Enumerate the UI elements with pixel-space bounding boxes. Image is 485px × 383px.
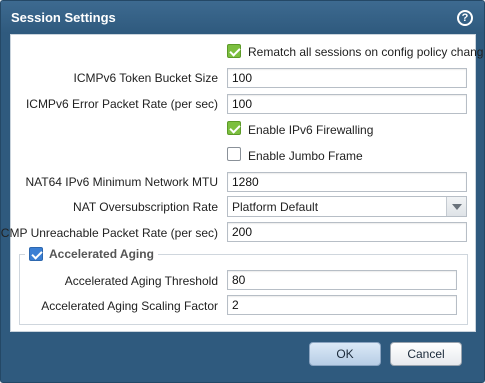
accelerated-aging-legend: Accelerated Aging — [25, 246, 158, 262]
aging-threshold-label: Accelerated Aging Threshold — [64, 274, 218, 288]
accelerated-aging-checkbox[interactable] — [29, 247, 43, 261]
settings-panel: Rematch all sessions on config policy ch… — [1, 34, 484, 332]
icmpv6-error-rate-label: ICMPv6 Error Packet Rate (per sec) — [25, 97, 218, 111]
nat64-mtu-label: NAT64 IPv6 Minimum Network MTU — [25, 175, 218, 189]
icmpv6-error-rate-input[interactable] — [227, 94, 467, 114]
aging-scaling-input[interactable] — [227, 295, 457, 315]
aging-threshold-input[interactable] — [227, 270, 457, 290]
ok-button[interactable]: OK — [309, 342, 381, 366]
nat64-mtu-input[interactable] — [227, 172, 467, 192]
nat-oversub-value: Platform Default — [232, 200, 319, 214]
aging-scaling-label: Accelerated Aging Scaling Factor — [41, 299, 218, 313]
rematch-label: Rematch all sessions on config policy ch… — [248, 45, 485, 59]
icmp-unreachable-input[interactable] — [227, 222, 467, 242]
dialog-title-bar[interactable]: Session Settings ? — [1, 1, 484, 33]
accelerated-aging-title: Accelerated Aging — [49, 247, 154, 261]
session-settings-dialog: Session Settings ? Rematch all sessions … — [0, 0, 485, 383]
icmpv6-bucket-label: ICMPv6 Token Bucket Size — [73, 71, 218, 85]
nat-oversub-select[interactable]: Platform Default — [227, 196, 467, 217]
help-icon[interactable]: ? — [457, 10, 473, 26]
cancel-button[interactable]: Cancel — [390, 342, 462, 366]
icmpv6-bucket-input[interactable] — [227, 68, 467, 88]
ipv6-firewalling-label: Enable IPv6 Firewalling — [248, 123, 374, 137]
icmp-unreachable-label: ICMP Unreachable Packet Rate (per sec) — [0, 226, 218, 240]
ipv6-firewalling-checkbox[interactable] — [227, 121, 241, 135]
chevron-down-icon[interactable] — [446, 197, 466, 216]
dialog-title: Session Settings — [11, 10, 116, 25]
rematch-checkbox[interactable] — [227, 44, 241, 58]
nat-oversub-label: NAT Oversubscription Rate — [73, 200, 218, 214]
jumbo-frame-label: Enable Jumbo Frame — [248, 149, 363, 163]
jumbo-frame-checkbox[interactable] — [227, 147, 241, 161]
